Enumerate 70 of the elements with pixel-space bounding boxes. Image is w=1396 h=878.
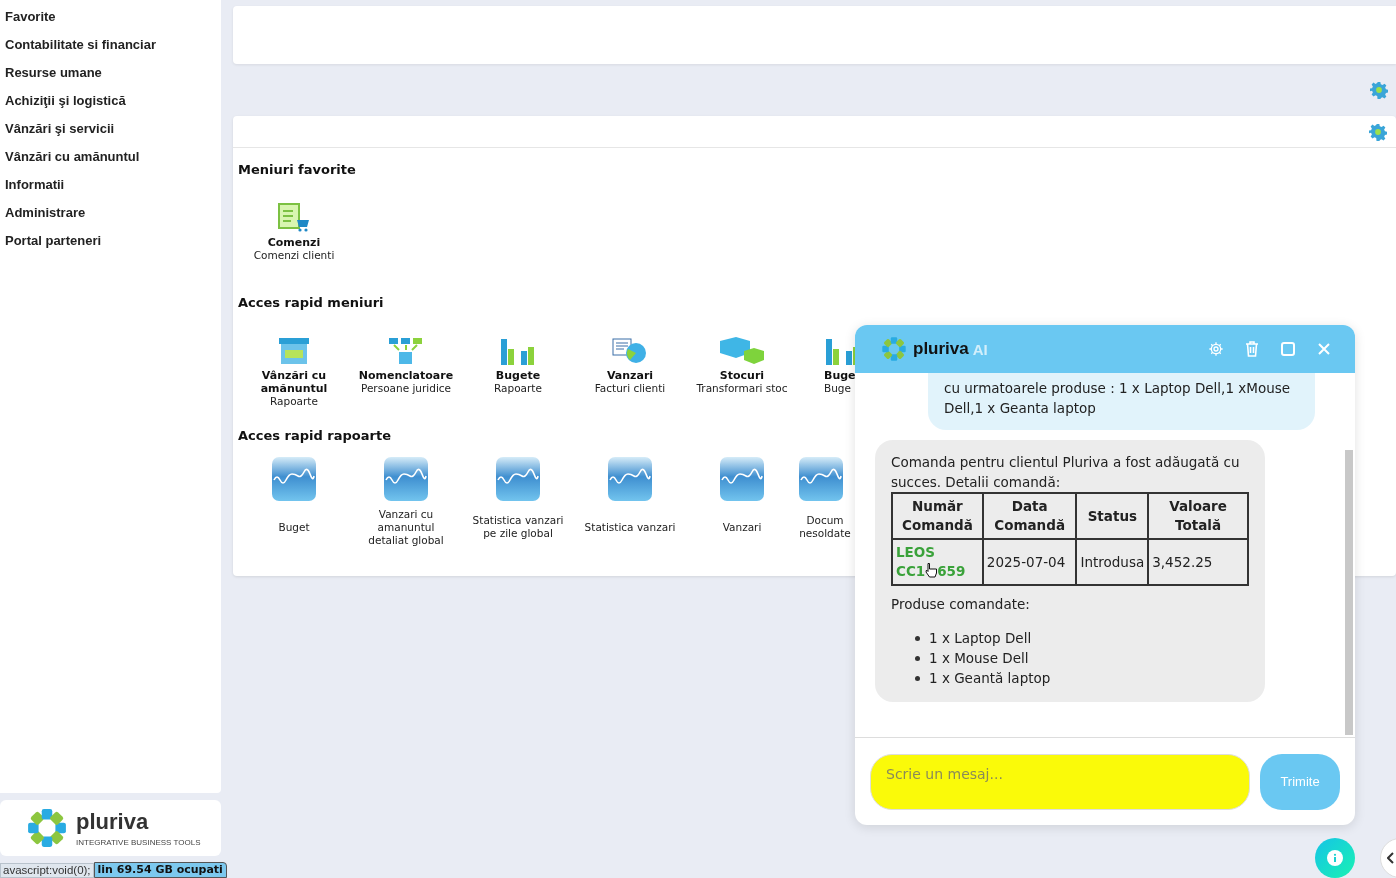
line-chart-icon: [798, 456, 844, 502]
line-chart-icon: [607, 456, 653, 502]
menu-shortcut[interactable]: Comenzi Comenzi clienti: [238, 190, 350, 291]
line-chart-icon: [271, 456, 317, 502]
settings-icon[interactable]: [1370, 81, 1388, 99]
table-cell: Introdusa: [1076, 539, 1149, 585]
logo-tagline: INTEGRATIVE BUSINESS TOOLS: [76, 837, 201, 847]
sidebar-menu-item[interactable]: Achiziţii şi logistică: [0, 88, 221, 116]
storage-usage: lin 69.54 GB ocupati: [93, 862, 227, 878]
info-icon: [1327, 850, 1343, 866]
product-item: 1 x Geantă laptop: [929, 669, 1051, 688]
table-header: Valoare Totală: [1148, 493, 1248, 539]
report-shortcut[interactable]: Docum nesoldate: [798, 456, 852, 552]
sidebar-menu-item[interactable]: Vânzări şi servicii: [0, 116, 221, 144]
bullet-icon: [915, 635, 920, 641]
table-cell: 3,452.25: [1148, 539, 1248, 585]
hand-cursor-icon: [925, 562, 938, 578]
message-text: Comanda pentru clientul Pluriva a fost adăugată cu succes. Detalii comandă:: [891, 453, 1241, 492]
settings-button[interactable]: [1207, 340, 1225, 358]
boxes-icon: [718, 335, 766, 365]
report-pie-icon: [612, 337, 648, 365]
chevron-left-icon: [1387, 852, 1395, 864]
sidebar-menu-item[interactable]: Contabilitate si financiar: [0, 32, 221, 60]
info-button[interactable]: [1315, 838, 1355, 878]
line-chart-icon: [719, 456, 765, 502]
ai-label: AI: [972, 340, 988, 358]
menu-shortcut[interactable]: Bugete Rapoarte: [462, 323, 574, 424]
product-item: 1 x Mouse Dell: [929, 649, 1029, 668]
delete-button[interactable]: [1243, 340, 1261, 358]
maximize-button[interactable]: [1279, 340, 1297, 358]
sidebar-menu-item[interactable]: Portal parteneri: [0, 228, 221, 256]
bullet-icon: [915, 675, 920, 681]
logo-icon: [26, 807, 68, 849]
hierarchy-icon: [388, 337, 424, 365]
product-item: 1 x Laptop Dell: [929, 629, 1032, 648]
report-shortcut[interactable]: Vanzari cu amanuntul detaliat global: [350, 456, 462, 552]
sidebar-menu-item[interactable]: Administrare: [0, 200, 221, 228]
message-input[interactable]: Scrie un mesaj...: [870, 753, 1250, 810]
menu-shortcut[interactable]: Stocuri Transformari stoc: [686, 323, 798, 424]
settings-icon[interactable]: [1369, 122, 1387, 141]
bullet-icon: [915, 655, 920, 661]
sidebar-menu-item[interactable]: Vânzări cu amănuntul: [0, 144, 221, 172]
sidebar-menu-item[interactable]: Resurse umane: [0, 60, 221, 88]
menu-shortcut[interactable]: Vanzari Facturi clienti: [574, 323, 686, 424]
report-shortcut[interactable]: Statistica vanzari pe zile global: [462, 456, 574, 552]
storefront-icon: [278, 337, 310, 365]
logo-text: pluriva: [76, 809, 150, 834]
link-preview: avascript:void(0);: [0, 863, 94, 878]
report-shortcut[interactable]: Vanzari: [686, 456, 798, 552]
section-title: Meniuri favorite: [238, 162, 356, 179]
sidebar-menu-item[interactable]: Favorite: [0, 4, 221, 32]
menu-shortcut[interactable]: Vânzări cu amănuntul Rapoarte: [238, 323, 350, 424]
menu-shortcut[interactable]: Nomenclatoare Persoane juridice: [350, 323, 462, 424]
table-header: Status: [1076, 493, 1149, 539]
section-title: Acces rapid meniuri: [238, 295, 384, 312]
chat-logo-text: pluriva: [913, 339, 969, 359]
table-cell: 2025-07-04: [982, 539, 1077, 585]
sidebar-menu-item[interactable]: Informatii: [0, 172, 221, 200]
order-list-icon: [277, 202, 311, 232]
scrollbar[interactable]: [1345, 450, 1353, 735]
line-chart-icon: [495, 456, 541, 502]
table-header: Număr Comandă: [892, 493, 983, 539]
user-message: cu urmatoarele produse : 1 x Laptop Dell,1 xMouse Dell,1 x Geanta laptop: [928, 373, 1315, 430]
table-header: Data Comandă: [982, 493, 1077, 539]
section-title: Acces rapid rapoarte: [238, 428, 391, 445]
report-shortcut[interactable]: Statistica vanzari: [574, 456, 686, 552]
report-shortcut[interactable]: Buget: [238, 456, 350, 552]
message-text: Produse comandate:: [891, 595, 1031, 614]
line-chart-icon: [383, 456, 429, 502]
logo-icon: [881, 336, 907, 362]
